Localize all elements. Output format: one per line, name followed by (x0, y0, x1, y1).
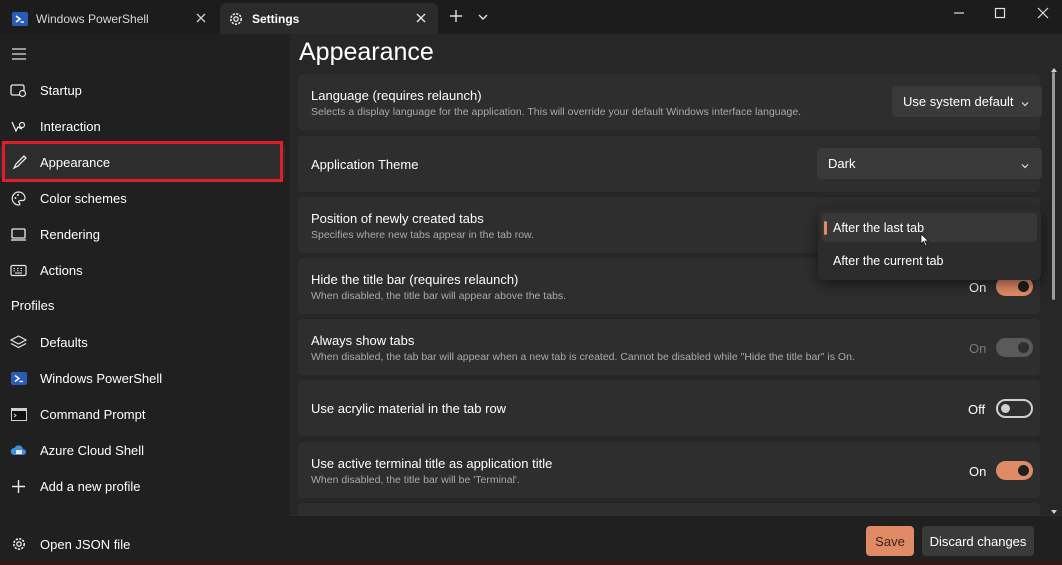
setting-description: Specifies where new tabs appear in the t… (311, 229, 534, 241)
sidebar-item-label: Open JSON file (40, 536, 131, 552)
setting-title: Use active terminal title as application… (311, 456, 553, 471)
sidebar-item-label: Startup (40, 82, 82, 98)
scrollbar[interactable] (1050, 68, 1058, 514)
page-title: Appearance (299, 38, 434, 66)
monitor-icon (10, 226, 27, 243)
setting-title: Language (requires relaunch) (311, 88, 482, 103)
sidebar: Startup Interaction Appearance Color sch… (0, 34, 290, 565)
setting-description: When disabled, the tab bar will appear w… (311, 351, 855, 363)
sidebar-item-actions[interactable]: Actions (0, 252, 285, 288)
always-show-tabs-toggle[interactable] (996, 338, 1033, 357)
sidebar-item-windows-powershell[interactable]: Windows PowerShell (0, 360, 285, 396)
toggle-knob (1001, 404, 1010, 413)
azure-icon (10, 442, 27, 459)
scrollbar-thumb[interactable] (1052, 72, 1055, 300)
discard-changes-button[interactable]: Discard changes (922, 526, 1034, 556)
minimize-icon[interactable] (949, 5, 969, 21)
close-icon[interactable] (194, 11, 208, 25)
powershell-icon (12, 11, 28, 27)
dropdown-value: Dark (828, 156, 856, 171)
setting-acrylic-tab-row: Use acrylic material in the tab row Off (298, 380, 1040, 436)
settings-content: Appearance Language (requires relaunch) … (290, 34, 1062, 565)
toggle-state-label: On (969, 341, 987, 356)
toggle-knob (1018, 342, 1029, 353)
gear-icon (10, 536, 27, 553)
plus-icon (10, 478, 27, 495)
scroll-up-icon[interactable] (1050, 62, 1058, 72)
setting-title: Use acrylic material in the tab row (311, 401, 507, 416)
language-dropdown[interactable]: Use system default (892, 86, 1042, 117)
popup-option-after-current-tab[interactable]: After the current tab (822, 246, 1037, 275)
sidebar-item-rendering[interactable]: Rendering (0, 216, 285, 252)
setting-application-theme: Application Theme Dark (298, 136, 1042, 192)
window-close-icon[interactable] (1033, 5, 1053, 21)
toggle-state-label: On (969, 280, 987, 295)
title-bar: Windows PowerShell Settings (0, 0, 1062, 34)
interaction-icon (10, 118, 27, 135)
scroll-down-icon[interactable] (1050, 504, 1058, 514)
toggle-state-label: Off (968, 402, 986, 417)
chevron-down-icon (1020, 97, 1030, 107)
setting-always-show-tabs: Always show tabs When disabled, the tab … (298, 319, 1040, 375)
sidebar-item-label: Defaults (40, 334, 88, 350)
setting-description: When disabled, the title bar will be 'Te… (311, 474, 520, 486)
acrylic-toggle[interactable] (996, 399, 1033, 418)
sidebar-item-azure-cloud-shell[interactable]: Azure Cloud Shell (0, 432, 285, 468)
powershell-icon (10, 370, 27, 387)
tab-title: Settings (252, 11, 300, 26)
setting-language: Language (requires relaunch) Selects a d… (298, 74, 1042, 130)
taskbar-edge (0, 561, 1062, 565)
sidebar-item-label: Color schemes (40, 190, 127, 206)
setting-title: Application Theme (311, 157, 419, 172)
gear-icon (228, 11, 244, 27)
chevron-down-icon (1020, 159, 1030, 169)
hamburger-menu-icon[interactable] (11, 47, 27, 61)
keyboard-icon (10, 262, 27, 279)
sidebar-item-label: Azure Cloud Shell (40, 442, 145, 458)
sidebar-item-color-schemes[interactable]: Color schemes (0, 180, 285, 216)
sidebar-item-defaults[interactable]: Defaults (0, 324, 285, 360)
toggle-knob (1018, 465, 1029, 476)
active-title-toggle[interactable] (996, 461, 1033, 480)
cmd-icon (10, 406, 27, 423)
sidebar-item-label: Interaction (40, 118, 101, 134)
setting-title: Always show tabs (311, 333, 415, 348)
dropdown-value: Use system default (903, 94, 1014, 109)
sidebar-item-command-prompt[interactable]: Command Prompt (0, 396, 285, 432)
tab-title: Windows PowerShell (36, 11, 149, 26)
save-button[interactable]: Save (866, 526, 914, 556)
highlight-box (2, 141, 283, 182)
footer-bar: Save Discard changes (290, 515, 1062, 565)
sidebar-item-label: Actions (40, 262, 83, 278)
toggle-state-label: On (969, 464, 987, 479)
new-tab-plus-icon[interactable] (447, 7, 465, 25)
setting-next (298, 503, 1040, 515)
mouse-cursor-icon (920, 233, 930, 247)
sidebar-item-interaction[interactable]: Interaction (0, 108, 285, 144)
sidebar-item-label: Add a new profile (40, 478, 141, 494)
setting-active-terminal-title: Use active terminal title as application… (298, 442, 1040, 498)
sidebar-item-label: Rendering (40, 226, 100, 242)
tab-settings[interactable]: Settings (220, 3, 438, 34)
sidebar-item-add-new-profile[interactable]: Add a new profile (0, 468, 285, 504)
sidebar-item-label: Windows PowerShell (40, 370, 163, 386)
sidebar-item-startup[interactable]: Startup (0, 72, 285, 108)
setting-description: Selects a display language for the appli… (311, 106, 802, 118)
setting-title: Position of newly created tabs (311, 211, 484, 226)
palette-icon (10, 190, 27, 207)
startup-icon (10, 82, 27, 99)
layers-icon (10, 334, 27, 351)
maximize-icon[interactable] (990, 5, 1010, 21)
theme-dropdown[interactable]: Dark (817, 148, 1042, 179)
setting-description: When disabled, the title bar will appear… (311, 290, 567, 302)
profiles-header: Profiles (11, 298, 55, 313)
sidebar-item-label: Command Prompt (40, 406, 146, 422)
sidebar-item-open-json[interactable]: Open JSON file (0, 526, 285, 562)
close-icon[interactable] (414, 11, 428, 25)
chevron-down-icon[interactable] (476, 10, 490, 24)
setting-title: Hide the title bar (requires relaunch) (311, 272, 519, 287)
toggle-knob (1018, 281, 1029, 292)
tab-windows-powershell[interactable]: Windows PowerShell (0, 3, 218, 34)
